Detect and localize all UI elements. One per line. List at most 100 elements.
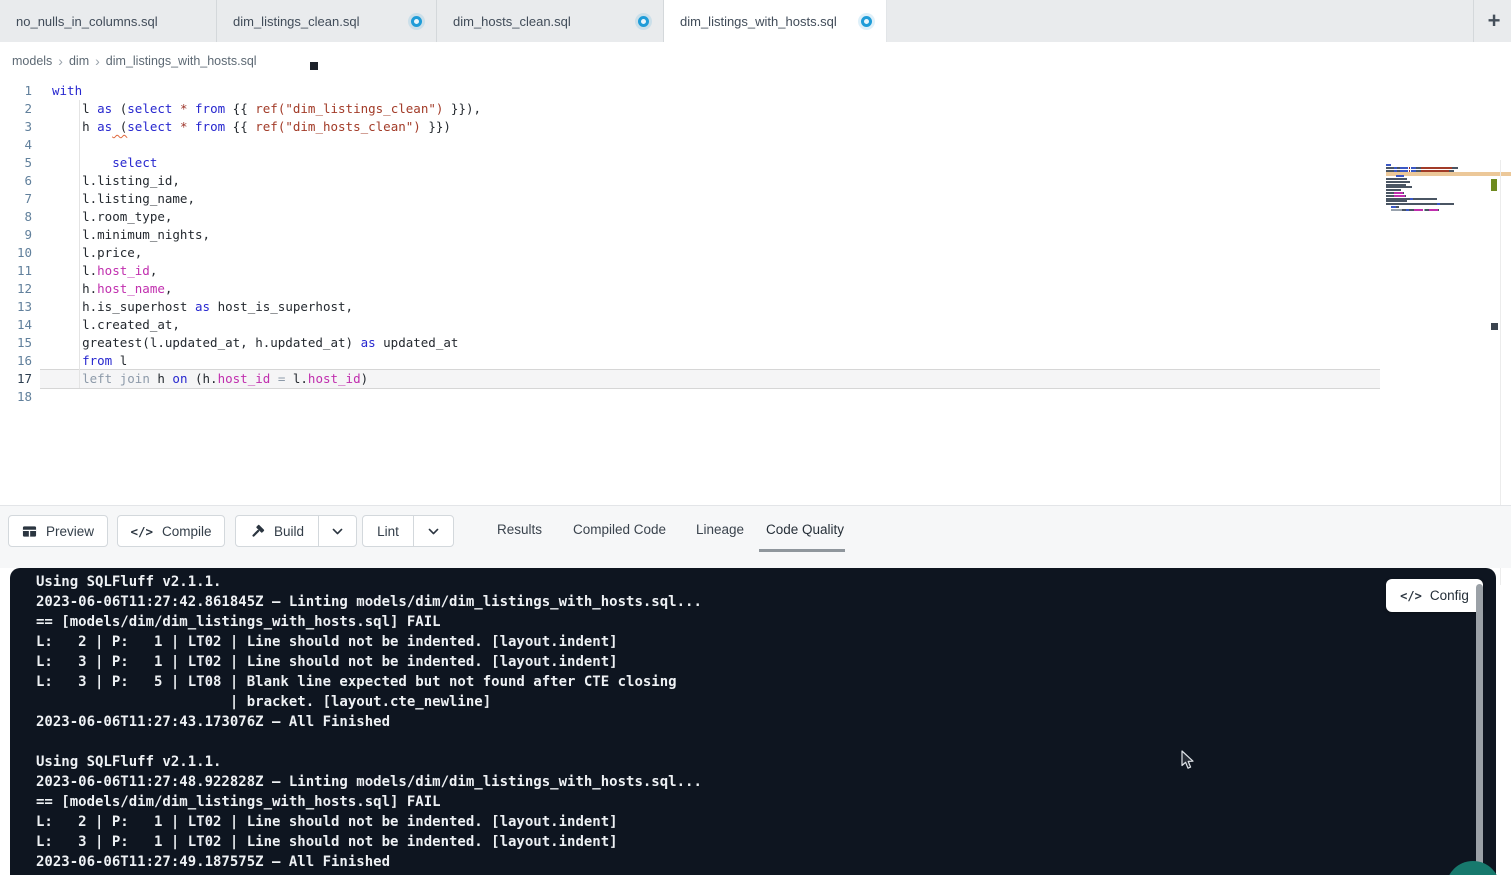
code-token: host_id [218, 371, 271, 386]
table-grid-icon [22, 524, 37, 539]
tab-label: dim_listings_with_hosts.sql [680, 14, 837, 29]
line-number: 16 [0, 352, 32, 370]
code-token: l.minimum_nights, [52, 227, 210, 242]
code-token: with [52, 83, 82, 98]
file-tab-2[interactable]: dim_listings_clean.sql [217, 0, 437, 42]
code-line: h as (select * from {{ ref("dim_hosts_cl… [52, 118, 481, 136]
lint-dropdown-button[interactable] [414, 516, 453, 546]
build-split-button: Build [235, 515, 357, 547]
code-token [52, 155, 112, 170]
build-dropdown-button[interactable] [319, 516, 356, 546]
terminal-scrollbar[interactable] [1476, 584, 1483, 871]
breadcrumb-item-models[interactable]: models [12, 54, 52, 68]
line-number: 17 [0, 370, 32, 388]
code-brackets-icon: </> [1400, 589, 1422, 603]
terminal-line: 2023-06-06T11:27:48.922828Z – Linting mo… [36, 772, 702, 792]
line-number: 5 [0, 154, 32, 172]
code-line [52, 388, 481, 406]
lint-output-terminal[interactable]: Using SQLFluff v2.1.1. 2023-06-06T11:27:4… [10, 568, 1496, 875]
line-number: 11 [0, 262, 32, 280]
line-number: 7 [0, 190, 32, 208]
line-number: 8 [0, 208, 32, 226]
code-line: h.is_superhost as host_is_superhost, [52, 298, 481, 316]
code-token: , [150, 263, 158, 278]
file-tab-1[interactable]: no_nulls_in_columns.sql [0, 0, 217, 42]
code-token: ) [361, 371, 369, 386]
terminal-line [36, 732, 702, 752]
code-token: }}), [443, 101, 481, 116]
line-number: 2 [0, 100, 32, 118]
code-editor[interactable]: 123456789101112131415161718 with l as (s… [0, 80, 1511, 505]
code-token: , [165, 281, 173, 296]
code-lines: with l as (select * from {{ ref("dim_lis… [52, 82, 481, 406]
hammer-icon [250, 524, 265, 539]
minimap[interactable] [1386, 164, 1462, 216]
chevron-down-icon [331, 525, 344, 538]
tab-label: dim_hosts_clean.sql [453, 14, 571, 29]
code-token: ref("dim_listings_clean") [255, 101, 443, 116]
code-line: l as (select * from {{ ref("dim_listings… [52, 100, 481, 118]
chevron-right-icon: › [95, 53, 100, 69]
compile-button[interactable]: </> Compile [117, 515, 225, 547]
breadcrumb-item-file: dim_listings_with_hosts.sql [106, 54, 257, 68]
code-line: l.host_id, [52, 262, 481, 280]
tab-label: dim_listings_clean.sql [233, 14, 359, 29]
line-number: 3 [0, 118, 32, 136]
result-tab-code-quality[interactable]: Code Quality [766, 506, 844, 553]
terminal-line: Using SQLFluff v2.1.1. [36, 572, 702, 592]
code-line: l.listing_name, [52, 190, 481, 208]
code-line: left join h on (h.host_id = l.host_id) [52, 370, 481, 388]
code-token [52, 353, 82, 368]
code-line: select [52, 154, 481, 172]
code-token [188, 101, 196, 116]
terminal-output: Using SQLFluff v2.1.1. 2023-06-06T11:27:4… [36, 572, 702, 872]
file-tab-4[interactable]: dim_listings_with_hosts.sql [664, 0, 887, 42]
preview-button[interactable]: Preview [8, 515, 108, 547]
code-token: h. [52, 281, 97, 296]
breadcrumb-row: models › dim › dim_listings_with_hosts.s… [0, 42, 1511, 80]
code-token: {{ [225, 119, 255, 134]
minimap-line [1386, 212, 1462, 215]
code-line [52, 136, 481, 154]
breadcrumb-item-dim[interactable]: dim [69, 54, 89, 68]
modified-dot-icon [638, 16, 649, 27]
terminal-line: L: 2 | P: 1 | LT02 | Line should not be … [36, 632, 702, 652]
line-number: 4 [0, 136, 32, 154]
line-number: 18 [0, 388, 32, 406]
preview-button-label: Preview [46, 524, 94, 539]
line-number: 9 [0, 226, 32, 244]
line-number: 6 [0, 172, 32, 190]
ide-screen: no_nulls_in_columns.sql dim_listings_clea… [0, 0, 1511, 875]
code-token: select [127, 101, 172, 116]
breadcrumb: models › dim › dim_listings_with_hosts.s… [12, 42, 257, 80]
code-token: on [172, 371, 187, 386]
line-number: 12 [0, 280, 32, 298]
terminal-line: == [models/dim/dim_listings_with_hosts.s… [36, 792, 702, 812]
overview-ruler-warning-marker [1491, 179, 1497, 191]
new-tab-button[interactable]: + [1478, 0, 1510, 42]
code-token: ( [112, 101, 127, 116]
code-line: l.minimum_nights, [52, 226, 481, 244]
code-token [52, 371, 82, 386]
terminal-line: L: 3 | P: 1 | LT02 | Line should not be … [36, 652, 702, 672]
code-token: l. [285, 371, 308, 386]
code-token: greatest(l.updated_at, h.updated_at) [52, 335, 361, 350]
build-button[interactable]: Build [236, 516, 319, 546]
line-number-gutter: 123456789101112131415161718 [0, 82, 32, 406]
terminal-line: 2023-06-06T11:27:49.187575Z – All Finish… [36, 852, 702, 872]
line-number: 13 [0, 298, 32, 316]
code-token: host_name [97, 281, 165, 296]
config-button[interactable]: </> Config [1386, 579, 1483, 612]
code-token: }}) [421, 119, 451, 134]
code-token: h.is_superhost [52, 299, 195, 314]
result-tab-compiled-code[interactable]: Compiled Code [573, 506, 666, 553]
code-token: as [97, 119, 112, 134]
active-tab-underline [759, 549, 845, 552]
lint-button[interactable]: Lint [363, 516, 414, 546]
result-tab-lineage[interactable]: Lineage [696, 506, 744, 553]
code-line: h.host_name, [52, 280, 481, 298]
result-tab-results[interactable]: Results [497, 506, 542, 553]
terminal-line: L: 3 | P: 1 | LT02 | Line should not be … [36, 832, 702, 852]
compile-button-label: Compile [162, 524, 212, 539]
file-tab-3[interactable]: dim_hosts_clean.sql [437, 0, 664, 42]
